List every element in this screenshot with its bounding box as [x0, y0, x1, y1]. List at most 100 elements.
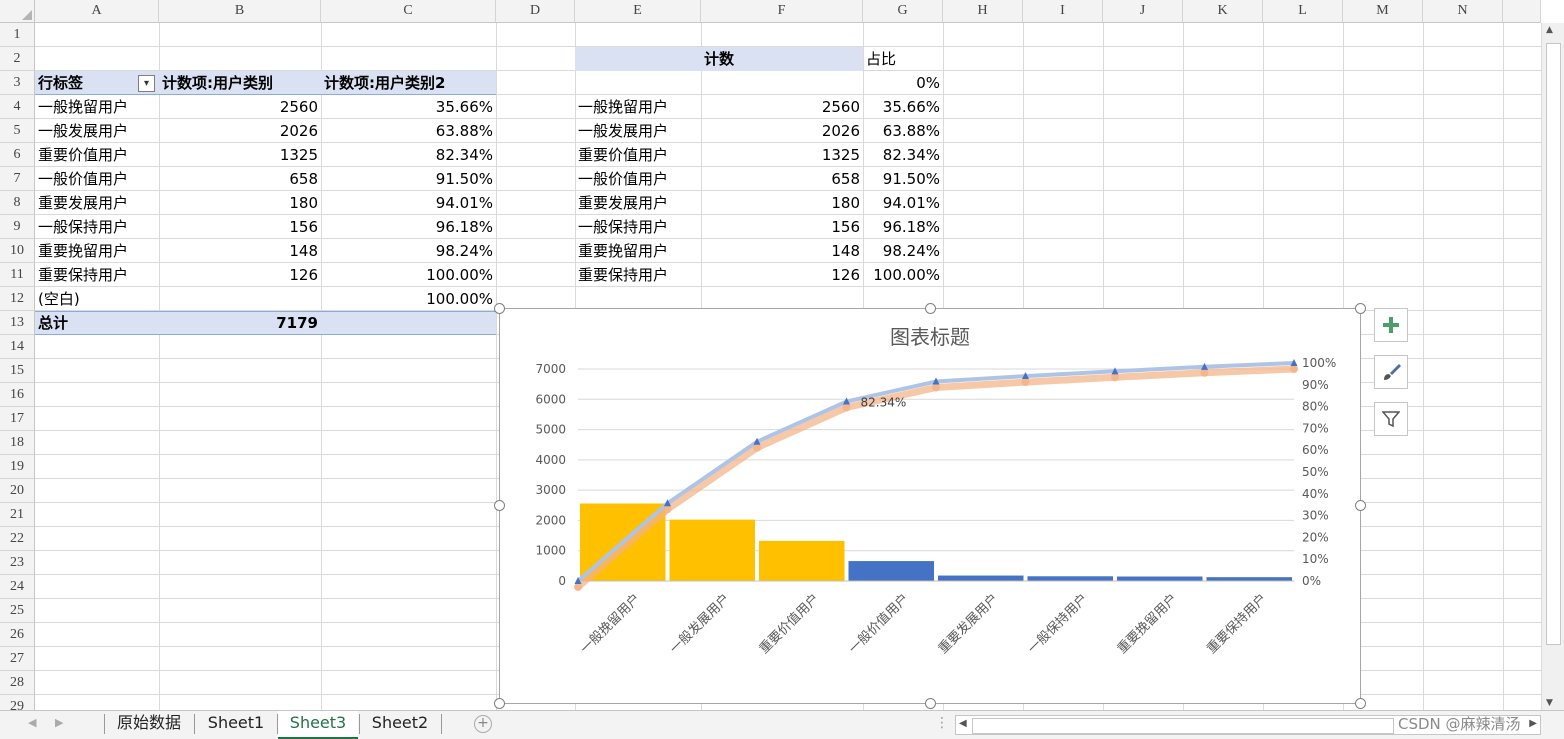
pivot-cell-count: 658 — [289, 170, 318, 188]
column-header-L[interactable]: L — [1263, 0, 1343, 23]
row-header-20[interactable]: 20 — [0, 479, 35, 503]
row-header-23[interactable]: 23 — [0, 551, 35, 575]
row-header-28[interactable]: 28 — [0, 671, 35, 695]
resize-handle-ml[interactable] — [494, 500, 505, 511]
chart-styles-button[interactable] — [1374, 355, 1408, 389]
column-header-K[interactable]: K — [1183, 0, 1263, 23]
column-header-A[interactable]: A — [35, 0, 159, 23]
sheet-tab-sheet3[interactable]: Sheet3 — [278, 711, 358, 739]
row-header-19[interactable]: 19 — [0, 455, 35, 479]
grid-vline — [496, 23, 497, 710]
data-label-annotation[interactable]: 82.34% — [861, 395, 907, 409]
chart-title[interactable]: 图表标题 — [890, 325, 970, 349]
y2-tick-label: 90% — [1302, 378, 1329, 392]
column-header-C[interactable]: C — [321, 0, 496, 23]
y2-tick-label: 50% — [1302, 465, 1329, 479]
row-header-6[interactable]: 6 — [0, 143, 35, 167]
line-glow-dot — [1290, 365, 1298, 373]
split-handle-icon[interactable]: ⋮ — [935, 715, 949, 731]
column-header-H[interactable]: H — [943, 0, 1023, 23]
row-header-3[interactable]: 3 — [0, 71, 35, 95]
column-header-B[interactable]: B — [159, 0, 321, 23]
column-header-overflow[interactable] — [1503, 0, 1541, 23]
sheet-tab-sheet1[interactable]: Sheet1 — [196, 711, 276, 737]
bar-4[interactable] — [938, 575, 1024, 581]
row-header-4[interactable]: 4 — [0, 95, 35, 119]
resize-handle-bm[interactable] — [925, 698, 936, 709]
line-glow-dot — [1021, 378, 1030, 387]
row-header-22[interactable]: 22 — [0, 527, 35, 551]
table2-cell-label: 一般价值用户 — [578, 170, 669, 188]
row-header-27[interactable]: 27 — [0, 647, 35, 671]
row-header-16[interactable]: 16 — [0, 383, 35, 407]
resize-handle-br[interactable] — [1355, 698, 1366, 709]
filter-dropdown-button[interactable]: ▾ — [138, 75, 155, 92]
chart-elements-button[interactable] — [1374, 308, 1408, 342]
line-glow-dot — [1200, 368, 1209, 377]
column-header-F[interactable]: F — [701, 0, 863, 23]
tab-scroll-right-icon[interactable]: ▶ — [55, 716, 63, 729]
sheet-tab-sheet2[interactable]: Sheet2 — [360, 711, 440, 737]
scroll-down-arrow-icon[interactable]: ▼ — [1546, 698, 1553, 708]
column-header-D[interactable]: D — [496, 0, 575, 23]
bar-7[interactable] — [1206, 577, 1293, 581]
row-header-25[interactable]: 25 — [0, 599, 35, 623]
row-header-2[interactable]: 2 — [0, 47, 35, 71]
column-header-E[interactable]: E — [575, 0, 701, 23]
bar-2[interactable] — [759, 540, 845, 581]
vertical-scrollbar[interactable]: ▲ ▼ — [1541, 23, 1564, 710]
row-header-11[interactable]: 11 — [0, 263, 35, 287]
hscroll-thumb[interactable] — [972, 718, 1394, 734]
table2-cell-label: 一般发展用户 — [578, 122, 669, 140]
scroll-left-arrow-icon[interactable]: ◀ — [959, 718, 967, 729]
resize-handle-mr[interactable] — [1355, 500, 1366, 511]
y2-tick-label: 20% — [1302, 530, 1329, 544]
column-header-I[interactable]: I — [1023, 0, 1103, 23]
pivot-blank-pct: 100.00% — [426, 290, 493, 308]
sheet-tab-original[interactable]: 原始数据 — [106, 711, 192, 737]
column-header-M[interactable]: M — [1343, 0, 1423, 23]
bar-6[interactable] — [1117, 576, 1203, 581]
row-header-8[interactable]: 8 — [0, 191, 35, 215]
pivot-cell-label: 重要挽留用户 — [38, 242, 129, 260]
add-sheet-icon[interactable]: + — [474, 715, 492, 733]
row-header-13[interactable]: 13 — [0, 311, 35, 335]
row-header-5[interactable]: 5 — [0, 119, 35, 143]
row-header-21[interactable]: 21 — [0, 503, 35, 527]
bar-1[interactable] — [669, 519, 756, 581]
row-header-26[interactable]: 26 — [0, 623, 35, 647]
scroll-thumb[interactable] — [1546, 43, 1561, 645]
line-glow-dot — [932, 383, 940, 392]
tab-scroll-left-icon[interactable]: ◀ — [28, 716, 36, 729]
row-header-7[interactable]: 7 — [0, 167, 35, 191]
row-header-18[interactable]: 18 — [0, 431, 35, 455]
chart-filters-button[interactable] — [1374, 402, 1408, 436]
row-header-15[interactable]: 15 — [0, 359, 35, 383]
row-header-12[interactable]: 12 — [0, 287, 35, 311]
row-header-24[interactable]: 24 — [0, 575, 35, 599]
scroll-up-arrow-icon[interactable]: ▲ — [1546, 25, 1553, 35]
bar-3[interactable] — [848, 561, 935, 581]
column-header-G[interactable]: G — [863, 0, 943, 23]
row-header-10[interactable]: 10 — [0, 239, 35, 263]
table2-cell-label: 重要发展用户 — [578, 194, 669, 212]
pareto-chart[interactable]: 图表标题 0 1000 2000 3000 4000 5000 6000 7000 0% 10% 2… — [499, 308, 1361, 704]
resize-handle-bl[interactable] — [494, 698, 505, 709]
select-all-corner[interactable] — [0, 0, 35, 23]
resize-handle-tl[interactable] — [494, 303, 505, 314]
row-header-9[interactable]: 9 — [0, 215, 35, 239]
resize-handle-tr[interactable] — [1355, 303, 1366, 314]
row-header-17[interactable]: 17 — [0, 407, 35, 431]
resize-handle-tm[interactable] — [925, 303, 936, 314]
scroll-right-arrow-icon[interactable]: ▶ — [1529, 718, 1537, 729]
y2-tick-label: 70% — [1302, 421, 1329, 435]
column-header-J[interactable]: J — [1103, 0, 1183, 23]
row-header-14[interactable]: 14 — [0, 335, 35, 359]
y2-tick-label: 0% — [1302, 574, 1321, 588]
table2-cell-label: 一般保持用户 — [578, 218, 669, 236]
column-header-N[interactable]: N — [1423, 0, 1503, 23]
bar-5[interactable] — [1027, 576, 1114, 581]
pivot-cell-pct: 94.01% — [435, 194, 493, 212]
row-header-1[interactable]: 1 — [0, 23, 35, 47]
funnel-icon — [1382, 411, 1400, 428]
